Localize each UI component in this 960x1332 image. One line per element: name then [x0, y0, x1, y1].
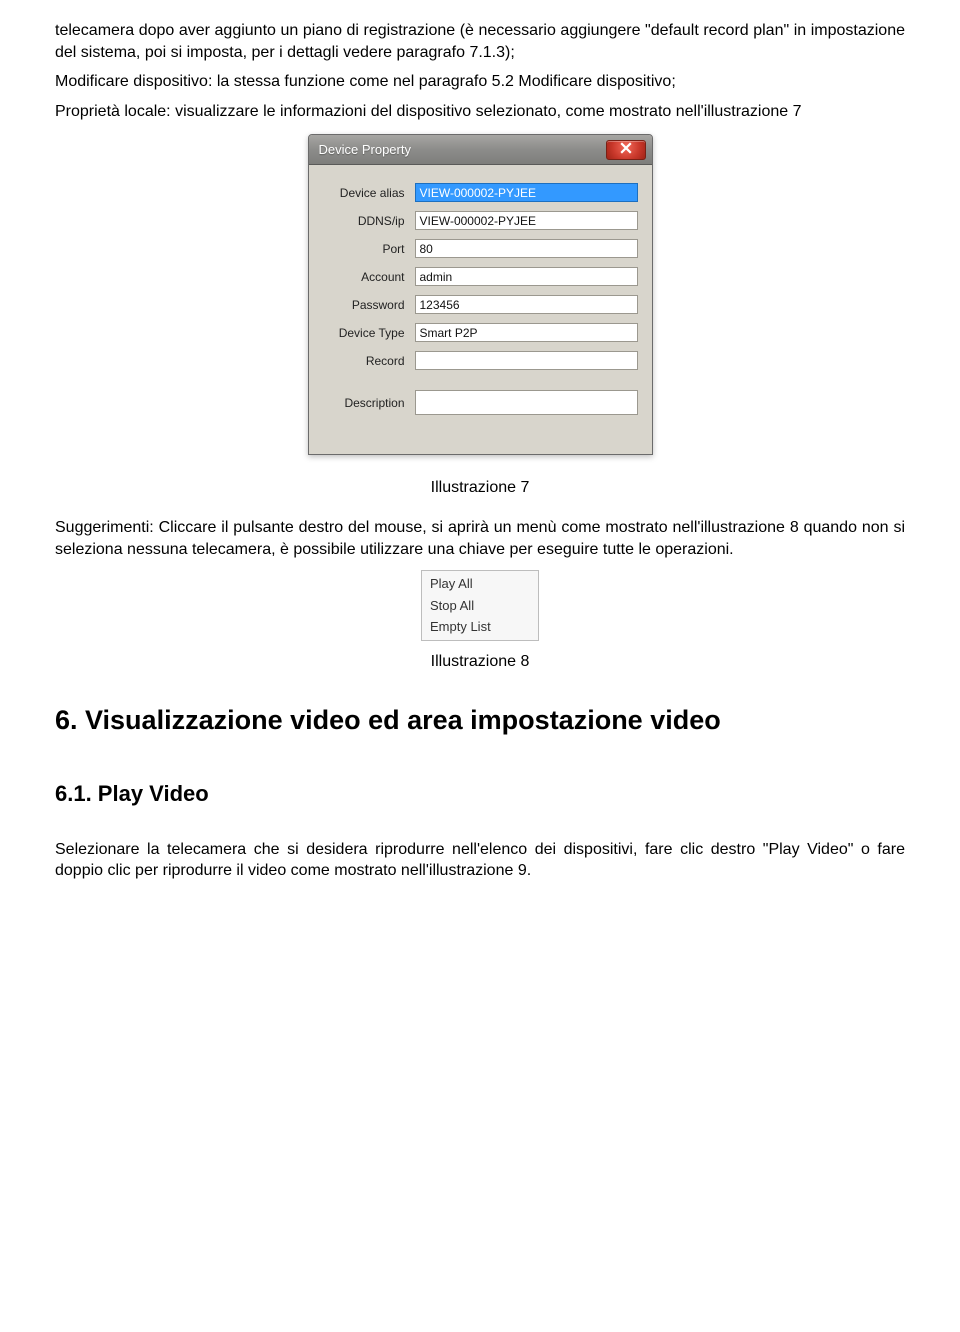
paragraph-hints: Suggerimenti: Cliccare il pulsante destr… — [55, 517, 905, 560]
menu-item-empty-list[interactable]: Empty List — [424, 616, 536, 638]
dialog-body: Device alias VIEW-000002-PYJEE DDNS/ip V… — [309, 165, 652, 454]
label-ddns: DDNS/ip — [323, 213, 415, 229]
input-device-type[interactable]: Smart P2P — [415, 323, 638, 342]
label-device-type: Device Type — [323, 325, 415, 341]
label-password: Password — [323, 297, 415, 313]
label-account: Account — [323, 269, 415, 285]
field-ddns: DDNS/ip VIEW-000002-PYJEE — [323, 211, 638, 230]
section-6-heading: 6. Visualizzazione video ed area imposta… — [55, 702, 905, 738]
menu-item-play-all[interactable]: Play All — [424, 573, 536, 595]
close-icon — [620, 142, 632, 158]
section-6-1-heading: 6.1. Play Video — [55, 779, 905, 809]
input-password[interactable]: 123456 — [415, 295, 638, 314]
input-description[interactable] — [415, 390, 638, 415]
input-port[interactable]: 80 — [415, 239, 638, 258]
paragraph-intro-1: telecamera dopo aver aggiunto un piano d… — [55, 20, 905, 63]
field-device-type: Device Type Smart P2P — [323, 323, 638, 342]
field-account: Account admin — [323, 267, 638, 286]
field-password: Password 123456 — [323, 295, 638, 314]
device-property-dialog: Device Property Device alias VIEW-000002… — [308, 134, 653, 455]
input-device-alias[interactable]: VIEW-000002-PYJEE — [415, 183, 638, 202]
label-description: Description — [323, 395, 415, 411]
label-device-alias: Device alias — [323, 185, 415, 201]
illustration-7-caption: Illustrazione 7 — [55, 477, 905, 499]
input-record[interactable] — [415, 351, 638, 370]
dialog-titlebar[interactable]: Device Property — [309, 135, 652, 165]
field-device-alias: Device alias VIEW-000002-PYJEE — [323, 183, 638, 202]
field-record: Record — [323, 351, 638, 370]
menu-item-stop-all[interactable]: Stop All — [424, 595, 536, 617]
paragraph-play-video: Selezionare la telecamera che si desider… — [55, 839, 905, 882]
illustration-8-caption: Illustrazione 8 — [55, 651, 905, 673]
field-port: Port 80 — [323, 239, 638, 258]
label-port: Port — [323, 241, 415, 257]
input-account[interactable]: admin — [415, 267, 638, 286]
paragraph-intro-2: Modificare dispositivo: la stessa funzio… — [55, 71, 905, 93]
paragraph-intro-3: Proprietà locale: visualizzare le inform… — [55, 101, 905, 123]
input-ddns[interactable]: VIEW-000002-PYJEE — [415, 211, 638, 230]
label-record: Record — [323, 353, 415, 369]
field-description: Description — [323, 390, 638, 415]
context-menu: Play All Stop All Empty List — [421, 570, 539, 641]
dialog-title: Device Property — [319, 141, 411, 159]
close-button[interactable] — [606, 140, 646, 160]
